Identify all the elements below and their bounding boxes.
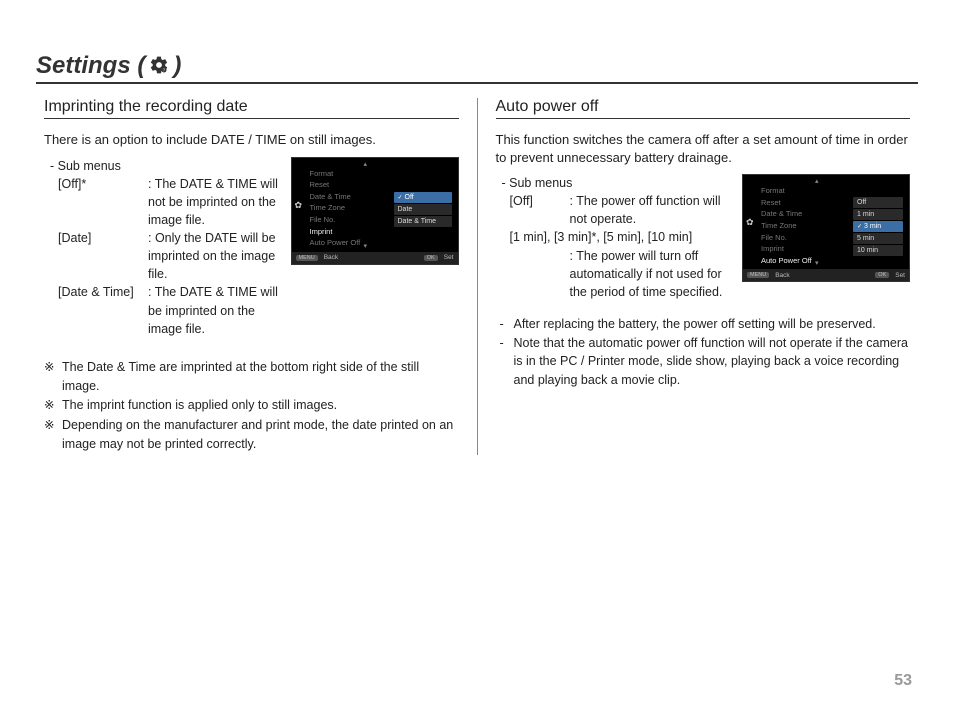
submenu-val: : The DATE & TIME will be imprinted on t… [148, 283, 281, 337]
autopower-notes: - After replacing the battery, the power… [496, 315, 911, 390]
lcd-option-selected: Off [394, 192, 452, 203]
page-number: 53 [894, 672, 912, 690]
lcd-menu-item: Format [310, 168, 361, 180]
menu-button-label: MENU [296, 255, 318, 261]
camera-lcd-imprint: ▴ ✿ Format Reset Date & Time Time Zone F… [291, 157, 459, 265]
submenu-key: [Date] [58, 229, 148, 283]
dash-symbol: - [500, 315, 514, 334]
submenus-label: - Sub menus [50, 157, 281, 175]
lcd-option: Date [394, 204, 452, 215]
page-title-suffix: ) [173, 52, 181, 80]
lcd-menu-item: Auto Power Off [310, 237, 361, 249]
lcd-menu-item-selected: Imprint [310, 226, 361, 238]
lcd-menu-item: Time Zone [761, 220, 812, 232]
submenu-val: : Only the DATE will be imprinted on the… [148, 229, 281, 283]
lcd-menu-item: Date & Time [761, 208, 812, 220]
submenu-item: : The power will turn off automatically … [496, 247, 733, 301]
autopower-intro: This function switches the camera off af… [496, 131, 911, 166]
note-symbol: ※ [44, 396, 62, 415]
submenu-item: [Date & Time] : The DATE & TIME will be … [44, 283, 281, 337]
lcd-menu-item: Format [761, 185, 812, 197]
submenu-val: : The DATE & TIME will not be imprinted … [148, 175, 281, 229]
chevron-down-icon: ▾ [364, 242, 368, 250]
submenu-key: [Date & Time] [58, 283, 148, 337]
lcd-menu-item: Reset [761, 197, 812, 209]
lcd-menu-item: File No. [310, 214, 361, 226]
settings-gear-icon: ✿ [295, 200, 303, 211]
note-text: The imprint function is applied only to … [62, 396, 459, 415]
imprint-heading: Imprinting the recording date [44, 98, 459, 119]
lcd-bottom-bar: MENU Back OK Set [743, 269, 909, 281]
submenu-item: [Date] : Only the DATE will be imprinted… [44, 229, 281, 283]
ok-button-label: OK [424, 255, 438, 261]
settings-gear-icon: ✿ [746, 217, 754, 228]
lcd-option: 1 min [853, 209, 903, 220]
imprint-notes: ※ The Date & Time are imprinted at the b… [44, 358, 459, 454]
lcd-menu-item-selected: Auto Power Off [761, 255, 812, 267]
autopower-heading: Auto power off [496, 98, 911, 119]
lcd-option: Off [853, 197, 903, 208]
back-label: Back [775, 272, 789, 279]
submenu-key: [1 min], [3 min]*, [5 min], [10 min] [510, 228, 733, 246]
lcd-menu-item: Reset [310, 179, 361, 191]
submenu-key: [Off] [510, 192, 570, 228]
dash-note-text: After replacing the battery, the power o… [514, 315, 911, 334]
note-symbol: ※ [44, 416, 62, 454]
camera-lcd-autopower: ▴ ✿ Format Reset Date & Time Time Zone F… [742, 174, 910, 282]
submenu-val: : The power will turn off automatically … [570, 247, 733, 301]
lcd-menu-list: Format Reset Date & Time Time Zone File … [310, 168, 361, 249]
note-text: The Date & Time are imprinted at the bot… [62, 358, 459, 396]
note-text: Depending on the manufacturer and print … [62, 416, 459, 454]
ok-button-label: OK [875, 272, 889, 278]
lcd-menu-list: Format Reset Date & Time Time Zone File … [761, 185, 812, 266]
dash-symbol: - [500, 334, 514, 390]
lcd-bottom-bar: MENU Back OK Set [292, 252, 458, 264]
menu-button-label: MENU [747, 272, 769, 278]
set-label: Set [895, 272, 905, 279]
page-title-row: Settings ( ? ) [36, 52, 918, 84]
chevron-down-icon: ▾ [815, 259, 819, 267]
lcd-option-list: Off 1 min 3 min 5 min 10 min [853, 197, 903, 257]
lcd-option-selected: 3 min [853, 221, 903, 232]
imprint-intro: There is an option to include DATE / TIM… [44, 131, 459, 149]
submenu-spacer [510, 247, 570, 301]
submenus-label: - Sub menus [502, 174, 733, 192]
lcd-option-list: Off Date Date & Time [394, 192, 452, 228]
back-label: Back [324, 254, 338, 261]
submenu-key: [Off]* [58, 175, 148, 229]
submenu-val: : The power off function will not operat… [570, 192, 733, 228]
submenu-item: [Off] : The power off function will not … [496, 192, 733, 228]
settings-gear-icon: ? [149, 55, 169, 77]
lcd-option: Date & Time [394, 216, 452, 227]
lcd-menu-item: Imprint [761, 243, 812, 255]
dash-note-text: Note that the automatic power off functi… [514, 334, 911, 390]
right-column: Auto power off This function switches th… [478, 98, 919, 455]
lcd-menu-item: File No. [761, 232, 812, 244]
lcd-option: 5 min [853, 233, 903, 244]
lcd-menu-item: Date & Time [310, 191, 361, 203]
set-label: Set [444, 254, 454, 261]
submenu-item: [Off]* : The DATE & TIME will not be imp… [44, 175, 281, 229]
chevron-up-icon: ▴ [364, 160, 368, 168]
chevron-up-icon: ▴ [815, 177, 819, 185]
page-title-prefix: Settings ( [36, 52, 145, 80]
lcd-option: 10 min [853, 245, 903, 256]
lcd-menu-item: Time Zone [310, 202, 361, 214]
note-symbol: ※ [44, 358, 62, 396]
left-column: Imprinting the recording date There is a… [36, 98, 478, 455]
